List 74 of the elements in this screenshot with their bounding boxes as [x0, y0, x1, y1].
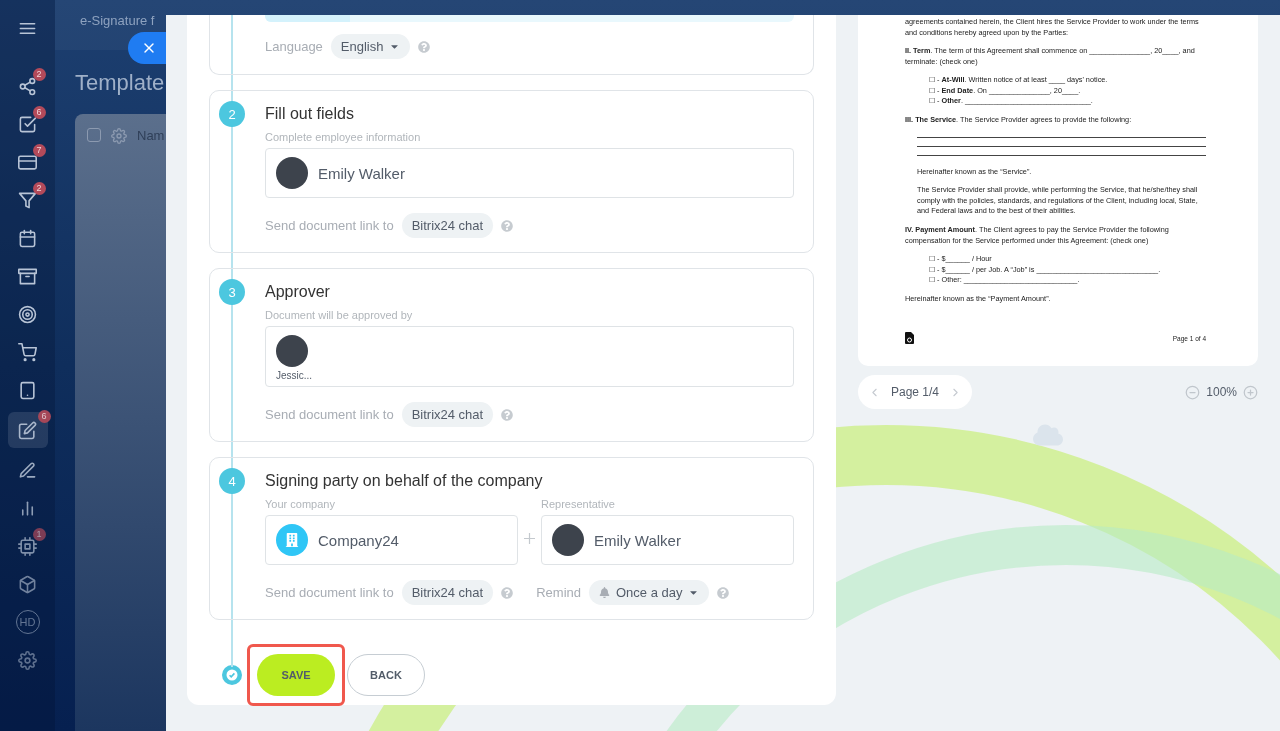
sidebar-item[interactable]: 7	[12, 146, 43, 178]
sidebar-item[interactable]: 6	[12, 108, 43, 140]
step-title: Signing party on behalf of the company	[265, 471, 544, 491]
representative-field[interactable]: Emily Walker	[541, 515, 794, 565]
cart-icon	[18, 342, 37, 362]
check-circle-icon	[222, 665, 242, 685]
tablet-icon	[18, 380, 37, 400]
language-dropdown[interactable]: English	[330, 34, 411, 59]
field-label: Language	[265, 39, 323, 54]
filter-icon	[18, 190, 37, 210]
building-icon	[276, 524, 308, 556]
zoom-in-icon	[1243, 384, 1258, 400]
archive-icon	[18, 266, 37, 286]
sidebar-item[interactable]: 2	[12, 70, 43, 102]
field-label: Your company	[265, 498, 336, 510]
header-title: e-Signature f	[80, 13, 155, 28]
checkbox[interactable]	[87, 128, 101, 142]
checkbox-icon	[18, 114, 37, 134]
page-title: Template	[75, 70, 165, 96]
field-label: Complete employee information	[265, 131, 422, 143]
cube-icon	[18, 574, 37, 594]
calendar-icon	[18, 228, 37, 248]
remind-dropdown[interactable]: Once a day	[589, 580, 710, 605]
page-indicator: Page 1/4	[890, 385, 939, 400]
count-badge: 6	[37, 410, 51, 423]
person-name: Jessic...	[276, 370, 313, 381]
company-name: Company24	[318, 531, 399, 549]
upload-field[interactable]	[265, 15, 794, 22]
channel-dropdown[interactable]: Bitrix24 chat	[401, 213, 494, 238]
pen-icon	[18, 460, 37, 480]
settings-icon	[111, 128, 127, 144]
plus-icon	[524, 533, 535, 544]
count-badge: 7	[32, 144, 46, 157]
person-name: Emily Walker	[318, 164, 405, 182]
count-badge: 1	[32, 528, 46, 541]
count-badge: 6	[32, 106, 46, 119]
sidebar-item[interactable]: 6	[7, 412, 48, 448]
back-button[interactable]: BACK	[347, 654, 425, 696]
field-label: Send document link to	[265, 218, 394, 233]
avatar	[552, 524, 584, 556]
channel-dropdown[interactable]: Bitrix24 chat	[401, 580, 494, 605]
close-button[interactable]	[128, 32, 168, 64]
step-number: 3	[219, 279, 245, 305]
approver-field[interactable]: Jessic...	[265, 326, 794, 387]
person-name: Emily Walker	[594, 531, 681, 549]
document-edit-icon	[18, 420, 37, 440]
field-label: Representative	[541, 498, 616, 510]
step-title: Approver	[265, 282, 331, 302]
avatar	[276, 157, 308, 189]
company-field[interactable]: Company24	[265, 515, 518, 565]
save-button[interactable]: SAVE	[257, 654, 335, 696]
sidebar-item[interactable]: 2	[12, 184, 43, 216]
field-label: Send document link to	[265, 585, 394, 600]
zoom-level: 100%	[1206, 385, 1237, 400]
avatar	[276, 335, 308, 367]
settings-icon	[18, 650, 37, 670]
document-logo-icon	[905, 332, 914, 345]
sidebar-item[interactable]: 1	[12, 530, 43, 562]
share-icon	[18, 76, 37, 96]
target-icon	[18, 304, 37, 324]
id-card-icon	[18, 152, 37, 172]
step-number: 4	[219, 468, 245, 494]
field-label: Send document link to	[265, 407, 394, 422]
count-badge: 2	[32, 182, 46, 195]
channel-dropdown[interactable]: Bitrix24 chat	[401, 402, 494, 427]
field-label: Document will be approved by	[265, 309, 414, 321]
count-badge: 2	[32, 68, 46, 81]
zoom-out-icon	[1185, 384, 1201, 400]
bell-icon	[599, 587, 610, 598]
step-number: 2	[219, 101, 245, 127]
step-title: Fill out fields	[265, 104, 355, 124]
page-navigator[interactable]: Page 1/4	[858, 375, 972, 410]
employee-field[interactable]: Emily Walker	[265, 148, 794, 198]
field-label: Remind	[536, 585, 581, 600]
